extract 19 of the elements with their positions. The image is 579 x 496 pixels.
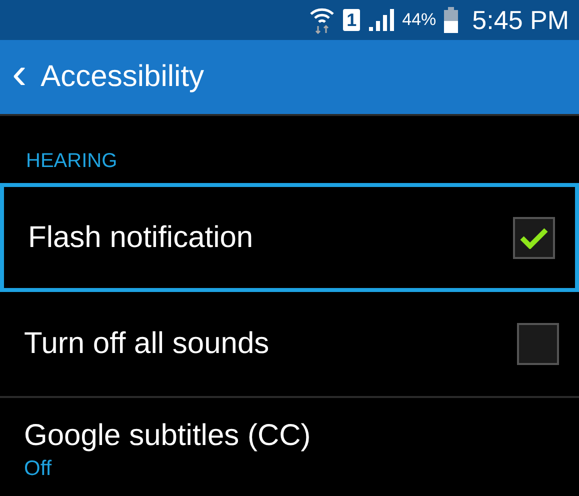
setting-summary: Off [24,457,53,481]
battery-percent: 44% [402,10,436,30]
setting-label: Turn off all sounds [24,327,270,361]
checkbox[interactable] [517,323,559,365]
settings-row[interactable]: Flash notification [0,183,579,292]
checkmark-icon [520,226,548,248]
settings-row[interactable]: Google subtitles (CC) Off [0,398,579,496]
setting-label: Google subtitles (CC) [24,419,311,453]
screen-title: Accessibility [40,60,204,94]
wifi-icon [309,6,336,34]
clock: 5:45 PM [472,4,569,36]
battery-icon [444,7,458,33]
settings-row[interactable]: Turn off all sounds [0,292,579,398]
signal-icon [368,8,394,32]
setting-label: Flash notification [28,220,254,254]
sim-icon: 1 [343,9,360,31]
checkbox[interactable] [513,216,555,258]
section-header: HEARING [25,149,118,174]
back-button[interactable]: ‹ [12,52,41,102]
